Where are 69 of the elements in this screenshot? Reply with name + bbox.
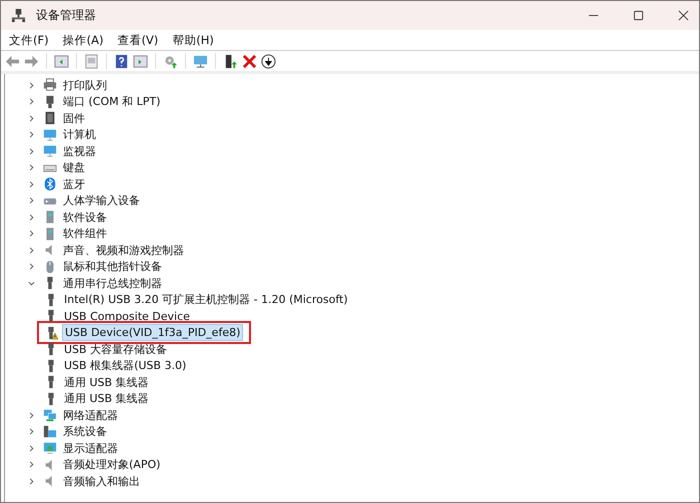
- maximize-icon[interactable]: [633, 10, 644, 21]
- tree-item[interactable]: 系统设备: [61, 424, 109, 440]
- system-icon: [43, 424, 57, 439]
- tree-item[interactable]: 固件: [61, 110, 87, 126]
- tree-item[interactable]: USB Device(VID_1f3a_PID_efe8): [62, 324, 244, 342]
- tree-item[interactable]: 蓝牙: [61, 176, 87, 192]
- bluetooth-icon: [43, 177, 57, 192]
- expand-chevron-icon[interactable]: [27, 410, 36, 420]
- gear-update-icon[interactable]: [163, 54, 178, 68]
- expand-chevron-icon[interactable]: [27, 246, 36, 255]
- tree-item[interactable]: 音频输入和输出: [61, 474, 142, 489]
- delete-icon[interactable]: [242, 54, 257, 68]
- download-icon[interactable]: [261, 54, 276, 68]
- expand-chevron-icon[interactable]: [27, 427, 36, 436]
- expand-chevron-icon[interactable]: [27, 97, 36, 106]
- back-arrow-icon[interactable]: [5, 54, 20, 68]
- tree-item[interactable]: 软件组件: [61, 226, 109, 242]
- monitor-scan-icon[interactable]: [193, 54, 208, 68]
- expand-chevron-icon[interactable]: [27, 444, 36, 453]
- monitor-icon: [43, 128, 57, 142]
- tree-item[interactable]: 计算机: [61, 127, 98, 142]
- printer-icon: [43, 78, 57, 92]
- expand-chevron-icon[interactable]: [27, 146, 36, 156]
- panel-icon[interactable]: [133, 54, 148, 68]
- window-title: 设备管理器: [36, 7, 96, 24]
- tree-item[interactable]: 通用 USB 集线器: [62, 391, 151, 406]
- app-icon: [11, 8, 26, 23]
- expand-chevron-icon[interactable]: [27, 212, 36, 222]
- display-icon: [43, 441, 57, 456]
- tree-item[interactable]: 鼠标和其他指针设备: [61, 259, 164, 274]
- help-icon[interactable]: [114, 54, 129, 68]
- tree-item[interactable]: 声音、视频和游戏控制器: [61, 242, 186, 258]
- chip-icon: [43, 111, 57, 126]
- tree-item[interactable]: 音频处理对象(APO): [61, 457, 162, 472]
- tree-item[interactable]: USB 根集线器(USB 3.0): [62, 358, 188, 374]
- tree-item[interactable]: 打印队列: [61, 78, 109, 93]
- tree-item[interactable]: 人体学输入设备: [61, 193, 142, 208]
- tree-item[interactable]: 显示适配器: [61, 440, 120, 456]
- tree-item[interactable]: 端口 (COM 和 LPT): [61, 94, 162, 110]
- expand-chevron-icon[interactable]: [27, 114, 36, 123]
- forward-arrow-icon[interactable]: [24, 54, 39, 68]
- expand-chevron-icon[interactable]: [27, 460, 36, 470]
- expand-chevron-icon[interactable]: [27, 196, 36, 206]
- tree-item[interactable]: 通用 USB 集线器: [62, 374, 151, 390]
- menu-item[interactable]: 帮助(H): [172, 32, 214, 48]
- tree-item[interactable]: 通用串行总线控制器: [61, 276, 164, 291]
- panel-icon[interactable]: [54, 54, 69, 68]
- tree-item[interactable]: USB Composite Device: [62, 308, 192, 324]
- properties-icon[interactable]: [84, 54, 99, 68]
- menu-item[interactable]: 操作(A): [62, 32, 104, 48]
- expand-chevron-icon[interactable]: [27, 163, 36, 172]
- menu-item[interactable]: 文件(F): [9, 32, 49, 48]
- tree-item[interactable]: USB 大容量存储设备: [62, 342, 170, 357]
- monitor-icon: [43, 144, 57, 158]
- tree-item[interactable]: 网络适配器: [61, 408, 120, 423]
- network-icon: [43, 408, 57, 422]
- expand-chevron-icon[interactable]: [27, 229, 36, 238]
- tree-item[interactable]: 软件设备: [61, 210, 109, 225]
- tree-item[interactable]: 监视器: [61, 144, 98, 159]
- close-icon[interactable]: [678, 10, 689, 21]
- expand-chevron-icon[interactable]: [27, 262, 36, 272]
- expand-chevron-icon[interactable]: [27, 130, 36, 140]
- tree-item[interactable]: Intel(R) USB 3.20 可扩展主机控制器 - 1.20 (Microsoft): [62, 292, 350, 308]
- expand-chevron-icon[interactable]: [27, 80, 36, 90]
- expand-chevron-icon[interactable]: [27, 476, 36, 486]
- tree-item[interactable]: 键盘: [61, 160, 87, 176]
- device-add-icon[interactable]: [223, 54, 238, 68]
- expand-chevron-icon[interactable]: [27, 180, 36, 189]
- menu-item[interactable]: 查看(V): [117, 32, 158, 48]
